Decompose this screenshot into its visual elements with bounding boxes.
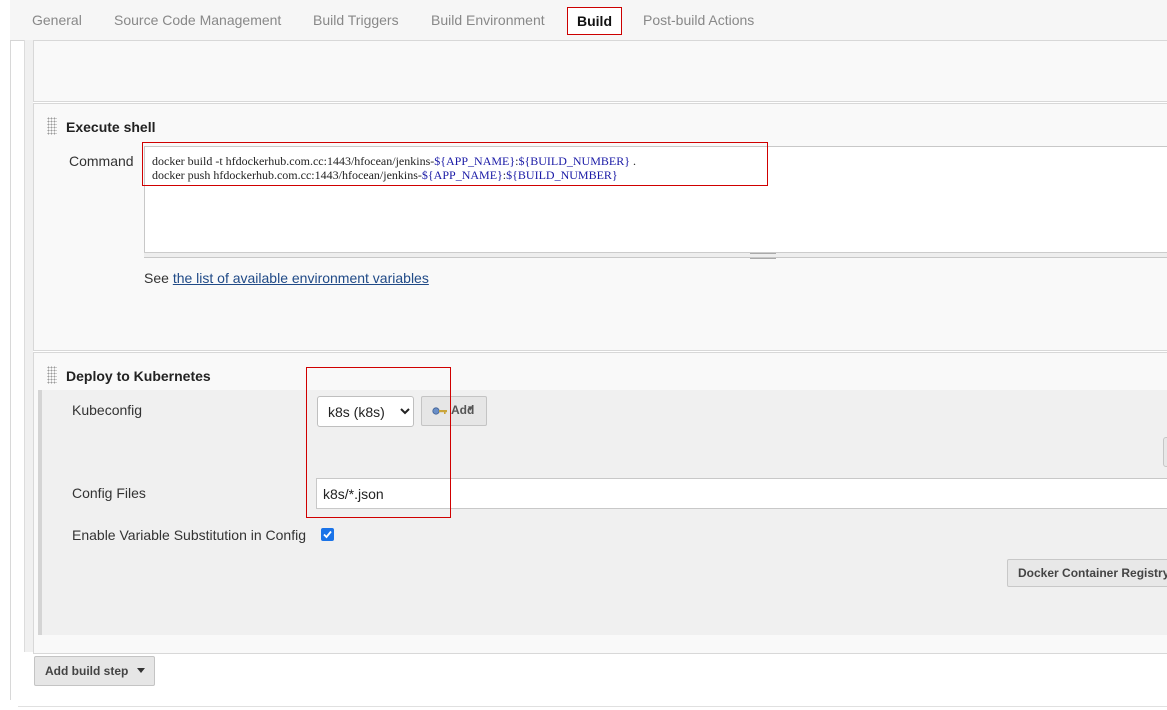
kubeconfig-select[interactable]: k8s (k8s): [317, 396, 414, 427]
env-vars-link[interactable]: the list of available environment variab…: [173, 270, 429, 286]
command-line-1-suffix: .: [630, 154, 636, 168]
config-tabbar: General Source Code Management Build Tri…: [10, 0, 1167, 41]
command-line-1: docker build -t hfdockerhub.com.cc:1443/…: [152, 154, 636, 169]
add-build-step-label: Add build step: [45, 664, 129, 678]
drag-grip-icon[interactable]: [47, 366, 57, 384]
enable-var-sub-checkbox[interactable]: [321, 528, 334, 541]
tab-general[interactable]: General: [32, 12, 82, 28]
command-label: Command: [69, 153, 134, 169]
add-build-step-button[interactable]: Add build step: [34, 656, 155, 686]
docker-container-registry-button[interactable]: Docker Container Registry: [1007, 559, 1167, 587]
command-line-1-text: docker build -t hfdockerhub.com.cc:1443/…: [152, 154, 435, 168]
build-number-var: ${BUILD_NUMBER}: [506, 168, 618, 182]
kubernetes-settings-panel: [38, 390, 1167, 635]
tab-source-code-management[interactable]: Source Code Management: [114, 12, 281, 28]
tab-build[interactable]: Build: [567, 7, 622, 35]
execute-shell-title: Execute shell: [66, 119, 156, 135]
command-line-2-text: docker push hfdockerhub.com.cc:1443/hfoc…: [152, 168, 422, 182]
deploy-kubernetes-title: Deploy to Kubernetes: [66, 368, 211, 384]
app-name-var: ${APP_NAME}: [421, 168, 503, 182]
command-textarea[interactable]: docker build -t hfdockerhub.com.cc:1443/…: [144, 146, 1167, 258]
enable-var-sub-label: Enable Variable Substitution in Config: [72, 527, 307, 543]
bottom-divider: [18, 706, 1167, 707]
app-name-var: ${APP_NAME}: [434, 154, 516, 168]
command-line-2: docker push hfdockerhub.com.cc:1443/hfoc…: [152, 168, 618, 183]
side-handle[interactable]: [1163, 437, 1167, 467]
config-files-label: Config Files: [72, 485, 146, 501]
drag-grip-icon[interactable]: [47, 117, 57, 135]
resize-grip-icon[interactable]: [750, 253, 776, 259]
dropdown-caret-icon: ▾: [468, 403, 473, 413]
build-number-var: ${BUILD_NUMBER}: [518, 154, 630, 168]
tab-post-build-actions[interactable]: Post-build Actions: [643, 12, 754, 28]
tab-build-environment[interactable]: Build Environment: [431, 12, 545, 28]
env-vars-hint: See the list of available environment va…: [144, 270, 429, 286]
kubeconfig-label: Kubeconfig: [72, 402, 143, 418]
dropdown-caret-icon: [137, 668, 145, 673]
previous-build-step-section: [33, 40, 1167, 102]
textarea-resize-bar[interactable]: [144, 252, 1167, 259]
key-icon: [432, 407, 447, 415]
see-prefix: See: [144, 270, 173, 286]
section-rail: [24, 40, 33, 652]
config-files-input[interactable]: [316, 478, 1167, 509]
add-credentials-button[interactable]: Add ▾: [421, 396, 487, 426]
checkmark-icon: [323, 530, 332, 539]
tab-build-triggers[interactable]: Build Triggers: [313, 12, 399, 28]
